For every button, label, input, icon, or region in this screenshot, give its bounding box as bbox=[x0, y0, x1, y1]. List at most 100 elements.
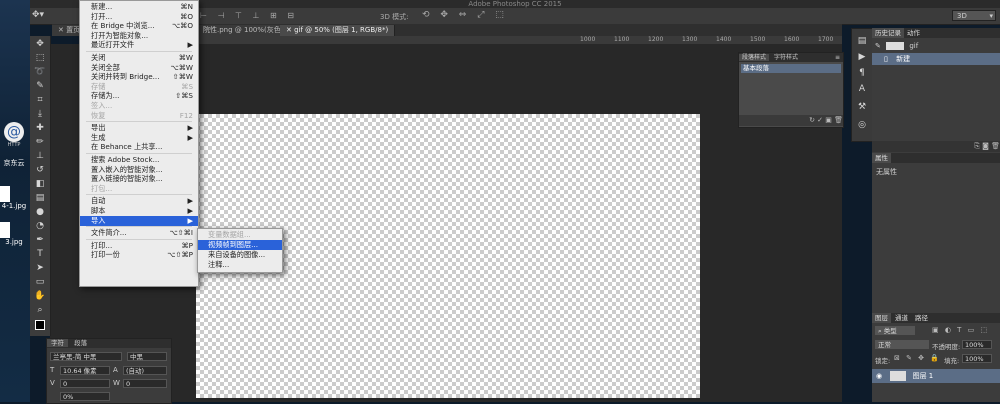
file-menu-item[interactable]: 最近打开文件 ▶ bbox=[80, 40, 198, 50]
marquee-tool-icon[interactable]: ⬚ bbox=[33, 52, 47, 64]
new-document-from-state-icon[interactable]: ⎘ bbox=[974, 142, 982, 150]
path-select-tool-icon[interactable]: ➤ bbox=[33, 262, 47, 274]
character-panel-icon[interactable]: A bbox=[855, 83, 869, 95]
lasso-tool-icon[interactable]: ➰ bbox=[33, 66, 47, 78]
layer-kind-filter-select[interactable]: ⌕ 类型 bbox=[875, 326, 915, 335]
brush-tool-icon[interactable]: ✏ bbox=[33, 136, 47, 148]
file-menu-item[interactable]: 打开... ⌘O bbox=[80, 12, 198, 22]
tab-paragraph-styles[interactable]: 段落样式 bbox=[739, 54, 770, 61]
file-menu-item[interactable]: 文件简介... ⌥⇧⌘I bbox=[80, 228, 198, 238]
file-menu-item[interactable]: 置入嵌入的智能对象... bbox=[80, 165, 198, 175]
import-submenu-item[interactable]: 注释... bbox=[198, 260, 282, 270]
paragraph-style-item[interactable]: 基本段落 bbox=[741, 64, 841, 73]
workspace-select[interactable]: 3D ▾ bbox=[952, 10, 996, 21]
actions-panel-icon[interactable]: ▶ bbox=[855, 51, 869, 63]
3d-mode-icons[interactable]: ⟲ ✥ ⇔ ⤢ ⬚ bbox=[422, 10, 508, 20]
clear-override-icon[interactable]: ↻ bbox=[809, 116, 817, 124]
vertical-scale-field[interactable]: 0% bbox=[60, 392, 110, 401]
healing-tool-icon[interactable]: ✚ bbox=[33, 122, 47, 134]
stamp-tool-icon[interactable]: ⊥ bbox=[33, 150, 47, 162]
quick-select-tool-icon[interactable]: ✎ bbox=[33, 80, 47, 92]
type-tool-icon[interactable]: T bbox=[33, 248, 47, 260]
paragraph-styles-header: 段落样式 字符样式 ≡ bbox=[739, 53, 843, 62]
import-submenu-item[interactable]: 来自设备的图像... bbox=[198, 250, 282, 260]
file-menu-item[interactable]: 关闭 ⌘W bbox=[80, 53, 198, 63]
align-icons[interactable]: ⊢ ⊣ ⊤ ⊥ ⊞ ⊟ bbox=[200, 11, 298, 20]
fill-field[interactable]: 100% bbox=[962, 354, 992, 363]
doc-tab-gif[interactable]: ✕ gif @ 50% (图层 1, RGB/8*) bbox=[280, 25, 396, 36]
paragraph-panel-icon[interactable]: ¶ bbox=[855, 67, 869, 79]
desktop-icon-file-2[interactable]: 3.jpg bbox=[0, 222, 28, 246]
crop-tool-icon[interactable]: ⌗ bbox=[33, 94, 47, 106]
tab-character[interactable]: 字符 bbox=[47, 339, 68, 347]
file-menu-item[interactable]: 搜索 Adobe Stock... bbox=[80, 155, 198, 165]
file-menu-item[interactable]: 关闭全部 ⌥⌘W bbox=[80, 63, 198, 73]
layer-comps-icon[interactable]: ◎ bbox=[855, 119, 869, 131]
font-family-select[interactable]: 兰亭黑-简 中黑 bbox=[50, 352, 122, 361]
tab-layers[interactable]: 图层 bbox=[872, 313, 891, 323]
tools-panel: ✥ ⬚ ➰ ✎ ⌗ ⤓ ✚ ✏ ⊥ ↺ ◧ ▤ ● ◔ ✒ T ➤ ▭ ✋ ⌕ bbox=[30, 36, 51, 336]
tab-actions[interactable]: 动作 bbox=[904, 28, 923, 38]
tab-character-styles[interactable]: 字符样式 bbox=[771, 54, 801, 61]
eyedropper-tool-icon[interactable]: ⤓ bbox=[33, 108, 47, 120]
history-snapshot-row[interactable]: ✎ gif bbox=[872, 40, 1000, 52]
file-menu-item[interactable]: 打开为智能对象... bbox=[80, 31, 198, 41]
file-menu-item[interactable]: 打印... ⌘P bbox=[80, 241, 198, 251]
desktop-icon-jdcloud[interactable]: 京东云 bbox=[0, 158, 28, 168]
tracking-field[interactable]: 0 bbox=[123, 379, 167, 388]
move-tool-icon[interactable]: ✥ bbox=[33, 38, 47, 50]
close-icon[interactable]: ✕ bbox=[286, 26, 294, 34]
camera-icon[interactable]: ◙ bbox=[982, 142, 991, 150]
dodge-tool-icon[interactable]: ◔ bbox=[33, 220, 47, 232]
font-size-field[interactable]: 10.64 像素 bbox=[60, 366, 110, 375]
file-menu-item[interactable]: 在 Behance 上共享... bbox=[80, 142, 198, 152]
desktop-icon-file-1[interactable]: 4-1.jpg bbox=[0, 186, 28, 210]
trash-icon[interactable]: 🗑 bbox=[834, 116, 843, 124]
eye-icon[interactable]: ◉ bbox=[872, 372, 882, 380]
layer-filter-icons[interactable]: ▣ ◐ T ▭ ⬚ bbox=[932, 326, 989, 334]
move-tool-icon[interactable]: ✥▾ bbox=[32, 10, 44, 20]
file-menu-item[interactable]: 脚本 ▶ bbox=[80, 206, 198, 216]
file-menu-item[interactable]: 置入链接的智能对象... bbox=[80, 174, 198, 184]
layer-row-1[interactable]: ◉ 图层 1 bbox=[872, 369, 1000, 383]
pen-tool-icon[interactable]: ✒ bbox=[33, 234, 47, 246]
tools-preset-icon[interactable]: ⚒ bbox=[855, 101, 869, 113]
import-submenu-item[interactable]: 视频帧到图层... bbox=[198, 240, 282, 250]
font-style-select[interactable]: 中黑 bbox=[127, 352, 167, 361]
eraser-tool-icon[interactable]: ◧ bbox=[33, 178, 47, 190]
hand-tool-icon[interactable]: ✋ bbox=[33, 290, 47, 302]
file-menu-item[interactable]: 自动 ▶ bbox=[80, 196, 198, 206]
tab-channels[interactable]: 通道 bbox=[892, 313, 911, 323]
tab-paths[interactable]: 路径 bbox=[912, 313, 931, 323]
leading-field[interactable]: (自动) bbox=[123, 366, 167, 375]
desktop-icon-mail[interactable]: @ HTTP bbox=[0, 122, 28, 148]
color-swatches[interactable] bbox=[33, 320, 47, 334]
file-menu-item[interactable]: 打印一份 ⌥⇧⌘P bbox=[80, 250, 198, 260]
kerning-field[interactable]: 0 bbox=[60, 379, 110, 388]
new-style-icon[interactable]: ▣ bbox=[825, 116, 834, 124]
tab-paragraph[interactable]: 段落 bbox=[70, 339, 91, 347]
file-menu-item[interactable]: 生成 ▶ bbox=[80, 133, 198, 143]
history-step-row[interactable]: ▯ 新建 bbox=[872, 53, 1000, 65]
file-menu-item[interactable]: 存储为... ⇧⌘S bbox=[80, 91, 198, 101]
tab-history[interactable]: 历史记录 bbox=[872, 28, 904, 38]
gradient-tool-icon[interactable]: ▤ bbox=[33, 192, 47, 204]
tab-properties[interactable]: 属性 bbox=[872, 153, 891, 163]
shape-tool-icon[interactable]: ▭ bbox=[33, 276, 47, 288]
history-panel-icon[interactable]: ▤ bbox=[855, 35, 869, 47]
close-icon[interactable]: ✕ bbox=[58, 26, 66, 34]
blur-tool-icon[interactable]: ● bbox=[33, 206, 47, 218]
file-menu-item[interactable]: 导出 ▶ bbox=[80, 123, 198, 133]
file-menu-item[interactable]: 新建... ⌘N bbox=[80, 2, 198, 12]
trash-icon[interactable]: 🗑 bbox=[991, 142, 1000, 150]
history-brush-tool-icon[interactable]: ↺ bbox=[33, 164, 47, 176]
lock-icons[interactable]: ⊠ ✎ ✥ 🔒 bbox=[894, 354, 941, 362]
shortcut-label: F12 bbox=[179, 110, 193, 120]
zoom-tool-icon[interactable]: ⌕ bbox=[33, 304, 47, 316]
file-menu-item[interactable]: 在 Bridge 中浏览... ⌥⌘O bbox=[80, 21, 198, 31]
file-menu-item[interactable]: 导入 ▶ bbox=[80, 215, 198, 226]
blend-mode-select[interactable]: 正常 bbox=[875, 340, 929, 349]
panel-menu-icon[interactable]: ≡ bbox=[835, 53, 843, 62]
opacity-field[interactable]: 100% bbox=[962, 340, 992, 349]
file-menu-item[interactable]: 关闭并转到 Bridge... ⇧⌘W bbox=[80, 72, 198, 82]
